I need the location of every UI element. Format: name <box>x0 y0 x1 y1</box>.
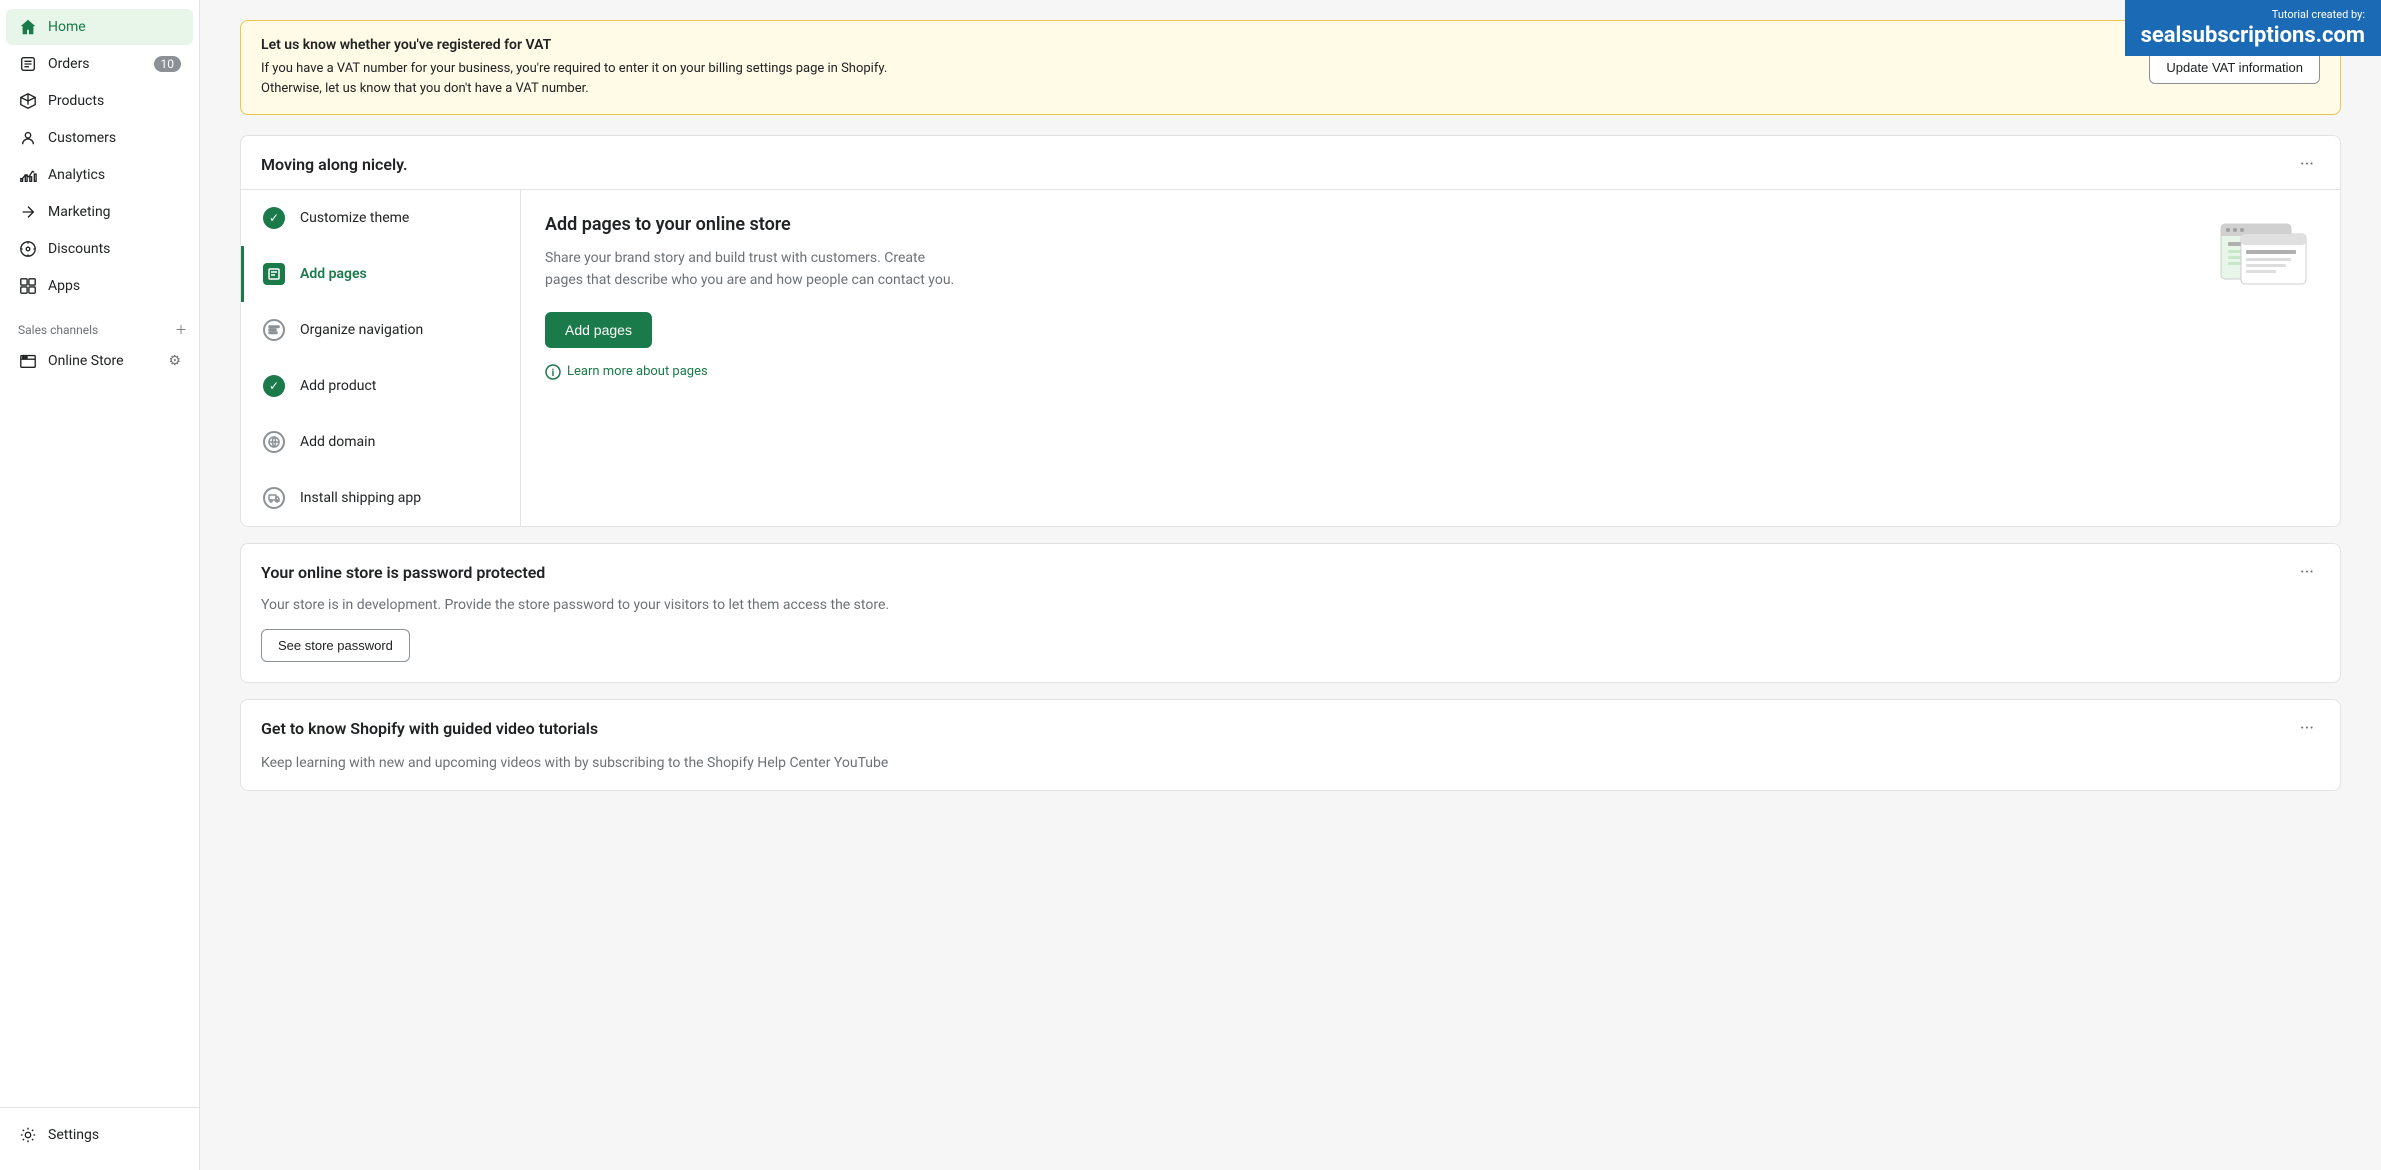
home-icon <box>18 17 38 37</box>
sidebar-item-customers[interactable]: Customers <box>6 120 193 156</box>
step-content-area: Add pages to your online store Share you… <box>521 190 2340 526</box>
online-store-settings-icon[interactable]: ⚙ <box>168 353 181 369</box>
step-add-pages-label: Add pages <box>300 266 367 282</box>
step-customize-theme-label: Customize theme <box>300 210 409 226</box>
marketing-label: Marketing <box>48 204 181 220</box>
moving-along-title: Moving along nicely. <box>261 155 408 174</box>
products-icon <box>18 91 38 111</box>
settings-icon <box>18 1125 38 1145</box>
sidebar-item-orders[interactable]: Orders 10 <box>6 46 193 82</box>
sidebar-item-online-store[interactable]: Online Store ⚙ <box>6 343 193 379</box>
add-sales-channel-icon[interactable]: ＋ <box>175 321 187 338</box>
marketing-icon <box>18 202 38 222</box>
vat-banner-text: Let us know whether you've registered fo… <box>261 37 941 98</box>
password-card-header: Your online store is password protected … <box>241 544 2340 597</box>
add-pages-button[interactable]: Add pages <box>545 312 652 348</box>
sidebar-item-apps[interactable]: Apps <box>6 268 193 304</box>
step-globe-icon <box>260 428 288 456</box>
tutorial-more-icon[interactable]: ··· <box>2294 716 2320 741</box>
sales-channels-section: Sales channels ＋ <box>0 305 199 342</box>
moving-along-more-icon[interactable]: ··· <box>2294 152 2320 177</box>
step-add-product-label: Add product <box>300 378 376 394</box>
step-nav-icon <box>260 316 288 344</box>
svg-text:i: i <box>552 368 555 379</box>
watermark: Tutorial created by: sealsubscriptions.c… <box>2125 0 2381 56</box>
step-product-check-icon: ✓ <box>260 372 288 400</box>
customers-icon <box>18 128 38 148</box>
moving-along-card: Moving along nicely. ··· ✓ Customize the… <box>240 135 2341 527</box>
password-card: Your online store is password protected … <box>240 543 2341 683</box>
sidebar-item-products[interactable]: Products <box>6 83 193 119</box>
settings-label: Settings <box>48 1127 181 1143</box>
sidebar-item-home[interactable]: Home <box>6 9 193 45</box>
analytics-label: Analytics <box>48 167 181 183</box>
step-organize-nav[interactable]: Organize navigation <box>241 302 520 358</box>
analytics-icon <box>18 165 38 185</box>
sidebar-item-settings[interactable]: Settings <box>6 1117 193 1153</box>
step-install-shipping[interactable]: Install shipping app <box>241 470 520 526</box>
tutorial-card: Get to know Shopify with guided video tu… <box>240 699 2341 791</box>
step-pages-icon <box>260 260 288 288</box>
watermark-url: sealsubscriptions.com <box>2141 23 2365 48</box>
step-check-icon: ✓ <box>260 204 288 232</box>
watermark-created-by: Tutorial created by: <box>2141 8 2365 21</box>
vat-banner-description: If you have a VAT number for your busine… <box>261 59 941 98</box>
step-add-pages[interactable]: Add pages <box>241 246 520 302</box>
steps-list: ✓ Customize theme <box>241 190 521 526</box>
sidebar-nav: Home Orders 10 Products <box>0 0 199 1107</box>
password-card-description: Your store is in development. Provide th… <box>261 597 2320 613</box>
apps-icon <box>18 276 38 296</box>
moving-along-header: Moving along nicely. ··· <box>241 136 2340 189</box>
password-card-title: Your online store is password protected <box>261 563 545 582</box>
tutorial-card-title: Get to know Shopify with guided video tu… <box>261 719 598 738</box>
step-organize-nav-label: Organize navigation <box>300 322 423 338</box>
step-install-shipping-label: Install shipping app <box>300 490 421 506</box>
step-content-description: Share your brand story and build trust w… <box>545 247 965 292</box>
step-truck-icon <box>260 484 288 512</box>
customers-label: Customers <box>48 130 181 146</box>
step-content-image <box>2216 214 2316 294</box>
home-label: Home <box>48 19 181 35</box>
online-store-label: Online Store <box>48 353 168 369</box>
tutorial-card-body: Keep learning with new and upcoming vide… <box>241 753 2340 790</box>
sidebar: Home Orders 10 Products <box>0 0 200 1170</box>
vat-banner-title: Let us know whether you've registered fo… <box>261 37 941 53</box>
step-customize-theme[interactable]: ✓ Customize theme <box>241 190 520 246</box>
discounts-label: Discounts <box>48 241 181 257</box>
sales-channels-label: Sales channels <box>18 323 98 337</box>
products-label: Products <box>48 93 181 109</box>
vat-banner: Let us know whether you've registered fo… <box>240 20 2341 115</box>
sidebar-item-discounts[interactable]: Discounts <box>6 231 193 267</box>
sidebar-item-marketing[interactable]: Marketing <box>6 194 193 230</box>
apps-label: Apps <box>48 278 181 294</box>
sidebar-item-analytics[interactable]: Analytics <box>6 157 193 193</box>
step-add-domain[interactable]: Add domain <box>241 414 520 470</box>
tutorial-card-header: Get to know Shopify with guided video tu… <box>241 700 2340 753</box>
see-password-button[interactable]: See store password <box>261 629 410 662</box>
learn-more-pages-link[interactable]: i Learn more about pages <box>545 364 2192 380</box>
tutorial-card-description: Keep learning with new and upcoming vide… <box>261 753 2320 774</box>
learn-more-pages-text: Learn more about pages <box>567 364 708 379</box>
step-content-title: Add pages to your online store <box>545 214 2192 235</box>
step-add-product[interactable]: ✓ Add product <box>241 358 520 414</box>
step-add-domain-label: Add domain <box>300 434 375 450</box>
online-store-icon <box>18 351 38 371</box>
discounts-icon <box>18 239 38 259</box>
orders-badge: 10 <box>154 56 182 72</box>
steps-container: ✓ Customize theme <box>241 189 2340 526</box>
password-more-icon[interactable]: ··· <box>2294 560 2320 585</box>
orders-icon <box>18 54 38 74</box>
step-content-left: Add pages to your online store Share you… <box>545 214 2192 380</box>
sidebar-bottom: Settings <box>0 1107 199 1170</box>
main-content: Let us know whether you've registered fo… <box>200 0 2381 1170</box>
password-card-body: Your store is in development. Provide th… <box>241 597 2340 682</box>
orders-label: Orders <box>48 56 154 72</box>
